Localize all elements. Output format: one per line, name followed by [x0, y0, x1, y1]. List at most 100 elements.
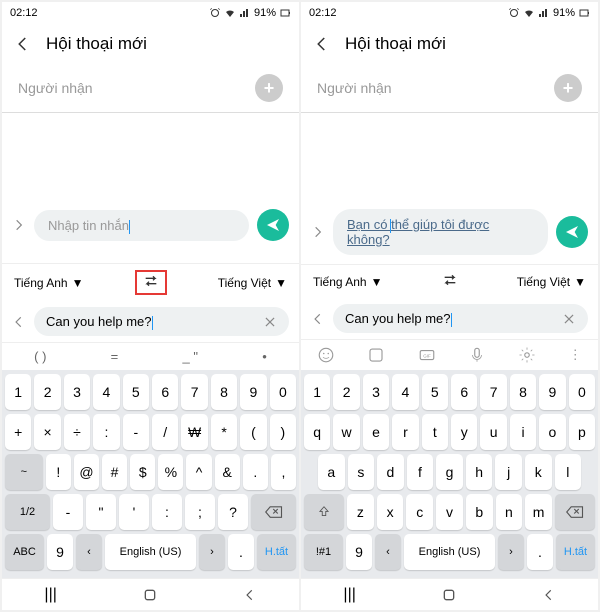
- chevron-right-icon[interactable]: [12, 218, 26, 232]
- swap-button[interactable]: [436, 271, 464, 292]
- key[interactable]: 8: [211, 374, 237, 410]
- recipient-row[interactable]: Người nhận +: [2, 64, 299, 113]
- key[interactable]: ×: [34, 414, 60, 450]
- key[interactable]: ?: [218, 494, 248, 530]
- key[interactable]: $: [130, 454, 155, 490]
- back-icon[interactable]: [313, 35, 331, 53]
- key[interactable]: r: [392, 414, 418, 450]
- key[interactable]: l: [555, 454, 582, 490]
- chevron-left-icon[interactable]: [12, 315, 26, 329]
- key[interactable]: .: [527, 534, 553, 570]
- message-input[interactable]: Nhập tin nhắn: [34, 210, 249, 241]
- expand-icon[interactable]: ⋮: [569, 347, 582, 363]
- key[interactable]: ): [270, 414, 296, 450]
- key[interactable]: ‹: [76, 534, 102, 570]
- key[interactable]: +: [5, 414, 31, 450]
- key[interactable]: h: [466, 454, 493, 490]
- key[interactable]: 6: [451, 374, 477, 410]
- key[interactable]: 4: [392, 374, 418, 410]
- key[interactable]: ^: [186, 454, 211, 490]
- key[interactable]: 1/2: [5, 494, 50, 530]
- sticker-icon[interactable]: [367, 346, 385, 364]
- key[interactable]: f: [407, 454, 434, 490]
- key[interactable]: -: [53, 494, 83, 530]
- key[interactable]: 3: [64, 374, 90, 410]
- key[interactable]: ": [86, 494, 116, 530]
- key[interactable]: x: [377, 494, 404, 530]
- key[interactable]: a: [318, 454, 345, 490]
- suggestion[interactable]: _ ": [183, 349, 198, 364]
- key[interactable]: n: [496, 494, 523, 530]
- key[interactable]: (: [240, 414, 266, 450]
- back-icon[interactable]: [14, 35, 32, 53]
- chevron-right-icon[interactable]: [311, 225, 325, 239]
- recents-button[interactable]: |||: [343, 586, 355, 604]
- key[interactable]: %: [158, 454, 183, 490]
- suggestion[interactable]: ( ): [34, 349, 46, 364]
- clear-icon[interactable]: [263, 315, 277, 329]
- key[interactable]: 1: [5, 374, 31, 410]
- lang-from[interactable]: Tiếng Anh ▼: [313, 275, 383, 289]
- key[interactable]: ›: [498, 534, 524, 570]
- gear-icon[interactable]: [518, 346, 536, 364]
- recipient-row[interactable]: Người nhận +: [301, 64, 598, 113]
- key[interactable]: z: [347, 494, 374, 530]
- key[interactable]: 3: [363, 374, 389, 410]
- sym-key[interactable]: !#1: [304, 534, 343, 570]
- key[interactable]: -: [123, 414, 149, 450]
- key[interactable]: 2: [333, 374, 359, 410]
- key[interactable]: j: [495, 454, 522, 490]
- mic-icon[interactable]: [468, 346, 486, 364]
- key[interactable]: ~: [5, 454, 43, 490]
- gif-icon[interactable]: GIF: [418, 346, 436, 364]
- key[interactable]: 9: [240, 374, 266, 410]
- backspace-key[interactable]: [251, 494, 296, 530]
- key[interactable]: ;: [185, 494, 215, 530]
- key[interactable]: e: [363, 414, 389, 450]
- key[interactable]: 2: [34, 374, 60, 410]
- translate-input[interactable]: Can you help me?: [333, 304, 588, 333]
- add-recipient-button[interactable]: +: [554, 74, 582, 102]
- lang-from[interactable]: Tiếng Anh ▼: [14, 276, 84, 290]
- space-key[interactable]: English (US): [404, 534, 495, 570]
- message-input[interactable]: Bạn có thể giúp tôi được không?: [333, 209, 548, 255]
- back-button[interactable]: [542, 588, 556, 602]
- send-button[interactable]: [257, 209, 289, 241]
- done-key[interactable]: H.tất: [257, 534, 296, 570]
- key[interactable]: 6: [152, 374, 178, 410]
- key[interactable]: 4: [93, 374, 119, 410]
- key[interactable]: u: [480, 414, 506, 450]
- key[interactable]: q: [304, 414, 330, 450]
- clear-icon[interactable]: [562, 312, 576, 326]
- key[interactable]: 9: [539, 374, 565, 410]
- key[interactable]: 7: [181, 374, 207, 410]
- key[interactable]: s: [348, 454, 375, 490]
- key[interactable]: v: [436, 494, 463, 530]
- key[interactable]: /: [152, 414, 178, 450]
- key[interactable]: 9: [346, 534, 372, 570]
- home-button[interactable]: [441, 587, 457, 603]
- key[interactable]: o: [539, 414, 565, 450]
- key[interactable]: k: [525, 454, 552, 490]
- emoji-icon[interactable]: [317, 346, 335, 364]
- key[interactable]: !: [46, 454, 71, 490]
- key[interactable]: 8: [510, 374, 536, 410]
- done-key[interactable]: H.tất: [556, 534, 595, 570]
- key[interactable]: .: [228, 534, 254, 570]
- key[interactable]: ₩: [181, 414, 207, 450]
- key[interactable]: 9: [47, 534, 73, 570]
- key[interactable]: :: [93, 414, 119, 450]
- key[interactable]: &: [215, 454, 240, 490]
- key[interactable]: ': [119, 494, 149, 530]
- key[interactable]: .: [243, 454, 268, 490]
- key[interactable]: *: [211, 414, 237, 450]
- key[interactable]: ,: [271, 454, 296, 490]
- key[interactable]: m: [525, 494, 552, 530]
- key[interactable]: 1: [304, 374, 330, 410]
- add-recipient-button[interactable]: +: [255, 74, 283, 102]
- key[interactable]: d: [377, 454, 404, 490]
- key[interactable]: 7: [480, 374, 506, 410]
- backspace-key[interactable]: [555, 494, 595, 530]
- key[interactable]: 0: [569, 374, 595, 410]
- translate-input[interactable]: Can you help me?: [34, 307, 289, 336]
